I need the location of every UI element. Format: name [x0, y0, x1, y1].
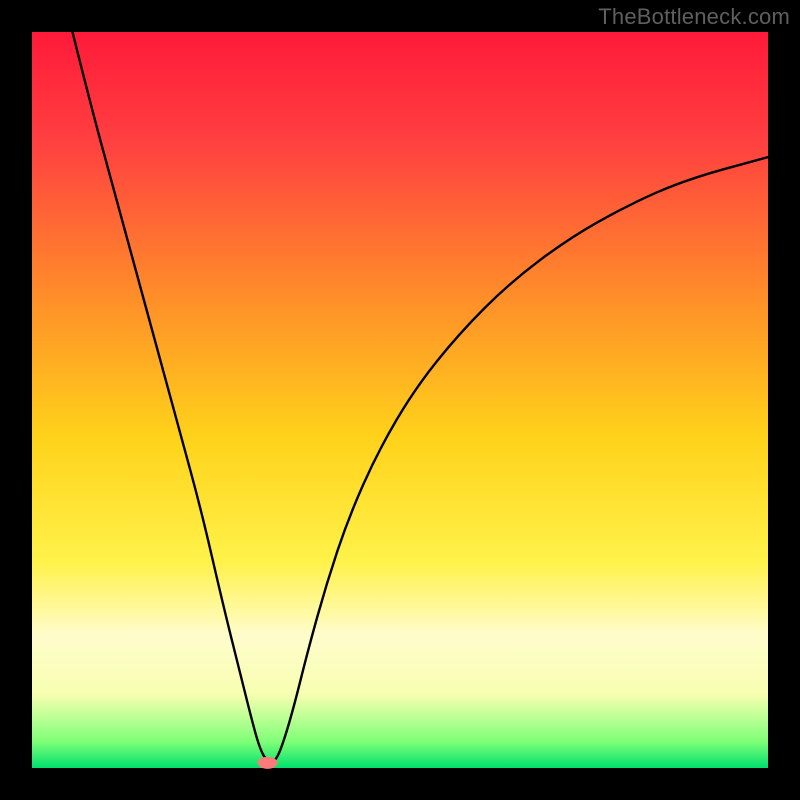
chart-root: TheBottleneck.com	[0, 0, 800, 800]
chart-svg	[0, 0, 800, 800]
watermark-text: TheBottleneck.com	[598, 4, 790, 30]
plot-background	[32, 32, 768, 768]
minimum-marker	[258, 757, 278, 769]
